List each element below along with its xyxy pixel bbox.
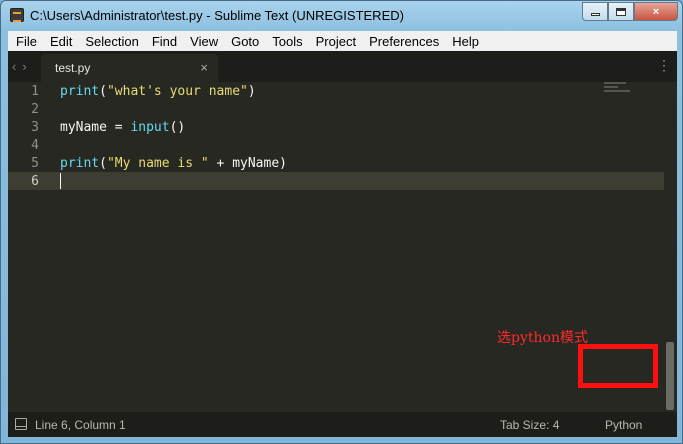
minimize-button[interactable] — [582, 2, 608, 21]
close-button[interactable]: × — [634, 2, 678, 21]
line-number: 3 — [31, 120, 39, 135]
editor-area: ‹› test.py × ⋮ 1 2 3 4 5 6 print("what's… — [8, 51, 677, 437]
line-number: 6 — [31, 174, 39, 189]
chevron-left-icon[interactable]: ‹ — [12, 59, 22, 74]
menu-preferences[interactable]: Preferences — [361, 34, 444, 49]
code-token: print — [60, 156, 100, 171]
menu-bar: File Edit Selection Find View Goto Tools… — [8, 31, 677, 51]
window-controls: × — [582, 2, 678, 22]
window-title: C:\Users\Administrator\test.py - Sublime… — [30, 8, 404, 23]
more-options-icon[interactable]: ⋮ — [657, 57, 671, 74]
tab-label: test.py — [55, 61, 91, 75]
line-number: 2 — [31, 102, 39, 117]
menu-view[interactable]: View — [182, 34, 223, 49]
code-token: print — [60, 84, 100, 99]
code-token: input — [130, 120, 170, 135]
line-number: 4 — [31, 138, 39, 153]
line-number: 1 — [31, 84, 39, 99]
tab-test-py[interactable]: test.py × — [41, 54, 218, 82]
code-line: myName = input() — [60, 119, 185, 137]
current-line-highlight — [8, 172, 664, 190]
text-cursor — [60, 173, 61, 189]
close-tab-icon[interactable]: × — [200, 60, 208, 75]
close-icon: × — [652, 5, 660, 18]
code-token: + myName) — [208, 156, 287, 171]
maximize-icon — [616, 7, 626, 16]
panel-toggle-icon[interactable] — [15, 418, 27, 430]
menu-project[interactable]: Project — [308, 34, 361, 49]
menu-find[interactable]: Find — [144, 34, 182, 49]
maximize-button[interactable] — [608, 2, 634, 21]
menu-help[interactable]: Help — [444, 34, 484, 49]
scrollbar-thumb[interactable] — [666, 342, 674, 410]
app-window: C:\Users\Administrator\test.py - Sublime… — [0, 0, 683, 444]
minimap-line — [604, 90, 630, 92]
line-number-gutter: 1 2 3 4 5 6 — [8, 82, 54, 412]
minimap-line — [604, 86, 618, 88]
annotation-highlight-box — [578, 344, 658, 388]
menu-selection[interactable]: Selection — [77, 34, 143, 49]
code-token: ) — [247, 84, 256, 99]
menu-goto[interactable]: Goto — [223, 34, 264, 49]
code-line: print("My name is " + myName) — [60, 155, 287, 173]
menu-file[interactable]: File — [8, 34, 42, 49]
tab-size-selector[interactable]: Tab Size: 4 — [500, 418, 559, 432]
tab-nav-arrows[interactable]: ‹› — [12, 59, 33, 74]
tab-bar: ‹› test.py × ⋮ — [8, 51, 677, 82]
vertical-scrollbar[interactable] — [664, 82, 677, 412]
syntax-selector[interactable]: Python — [605, 418, 642, 432]
code-line: print("what's your name") — [60, 83, 256, 101]
annotation-note: 选python模式 — [497, 330, 588, 346]
code-token: "what's your name" — [106, 84, 248, 99]
minimize-icon — [590, 13, 600, 16]
code-token: "My name is " — [106, 156, 209, 171]
chevron-right-icon[interactable]: › — [22, 59, 32, 74]
minimap[interactable] — [604, 82, 644, 102]
menu-edit[interactable]: Edit — [42, 34, 77, 49]
line-number: 5 — [31, 156, 39, 171]
menu-tools[interactable]: Tools — [264, 34, 307, 49]
status-bar: Line 6, Column 1 Tab Size: 4 Python — [8, 412, 677, 437]
code-token: ( — [99, 84, 107, 99]
title-bar[interactable]: C:\Users\Administrator\test.py - Sublime… — [1, 1, 683, 31]
sublime-app-icon — [10, 8, 24, 22]
code-token: myName = — [60, 120, 131, 135]
code-token: ( — [99, 156, 107, 171]
cursor-position: Line 6, Column 1 — [35, 418, 126, 432]
minimap-line — [604, 82, 626, 84]
code-token: () — [169, 120, 186, 135]
